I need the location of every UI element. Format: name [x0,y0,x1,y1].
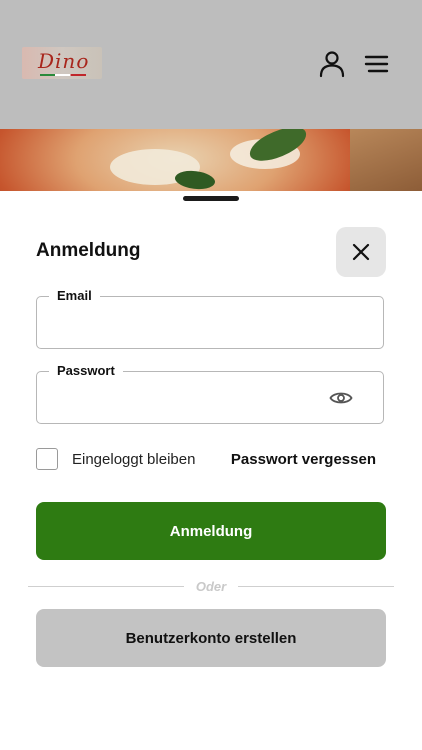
hamburger-menu-icon[interactable] [363,52,391,76]
eye-icon[interactable] [329,390,353,406]
brand-logo[interactable]: Dino [22,47,102,79]
or-divider: Oder [28,579,394,594]
remember-row: Eingeloggt bleiben Passwort vergessen [36,448,386,472]
divider-line [238,586,394,587]
user-icon[interactable] [318,50,346,78]
forgot-password-link[interactable]: Passwort vergessen [231,451,376,468]
close-button[interactable] [336,227,386,277]
sheet-drag-handle[interactable] [183,196,239,201]
wooden-board-shape [350,129,422,191]
login-title: Anmeldung [36,240,141,261]
logo-flag-stripe [40,74,86,76]
pizza-banner-image [0,129,422,191]
email-label: Email [49,288,100,303]
remember-checkbox[interactable] [36,448,58,470]
password-field[interactable]: Passwort [36,363,384,424]
email-field[interactable]: Email [36,288,384,349]
login-submit-button[interactable]: Anmeldung [36,502,386,560]
password-label: Passwort [49,363,123,378]
email-input[interactable] [37,297,383,348]
create-account-button[interactable]: Benutzerkonto erstellen [36,609,386,667]
close-icon [352,243,370,261]
app-header: Dino [0,0,422,129]
login-sheet: Anmeldung Email Passwort Eingeloggt blei… [0,191,422,750]
remember-label[interactable]: Eingeloggt bleiben [72,451,195,468]
logo-text: Dino [38,49,90,73]
